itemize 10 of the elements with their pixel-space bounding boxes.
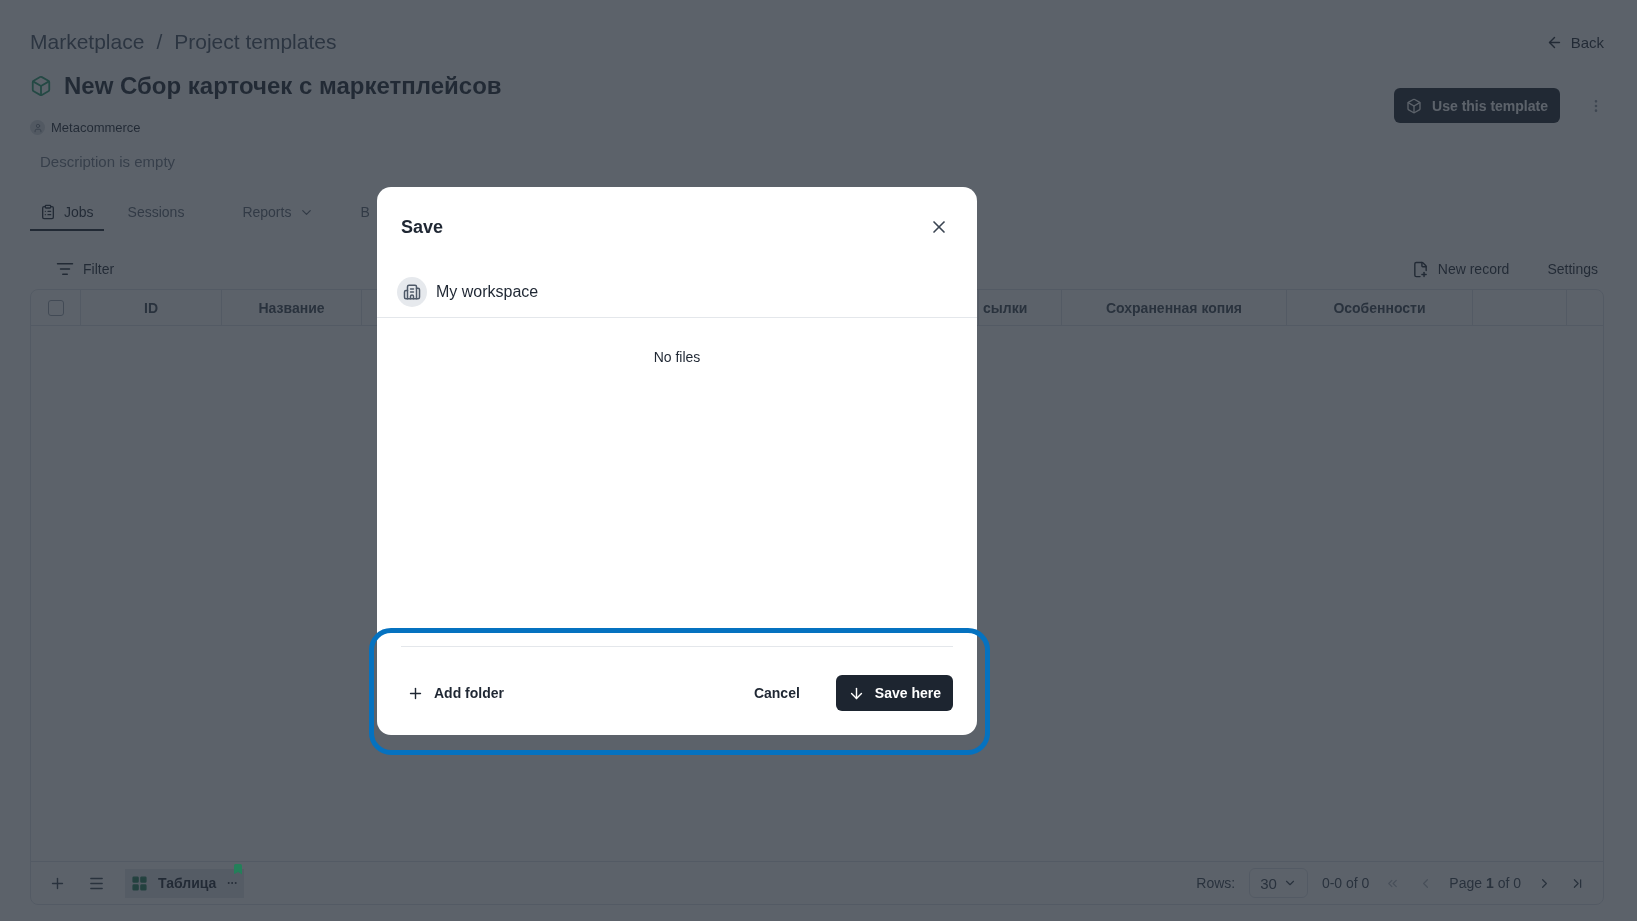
location-name[interactable]: My workspace bbox=[436, 283, 539, 301]
cancel-button[interactable]: Cancel bbox=[747, 679, 806, 707]
dialog-title: Save bbox=[401, 216, 444, 238]
building-icon bbox=[397, 277, 427, 307]
project-title: New Сбор карточек с маркетплейсов bbox=[64, 72, 502, 100]
empty-message: No files bbox=[653, 349, 701, 365]
save-here-button[interactable]: Save here bbox=[835, 675, 953, 711]
owner-name: Metacommerce bbox=[51, 120, 141, 135]
add-folder-button[interactable]: Add folder bbox=[401, 678, 510, 708]
breadcrumb-separator: / bbox=[156, 30, 163, 54]
